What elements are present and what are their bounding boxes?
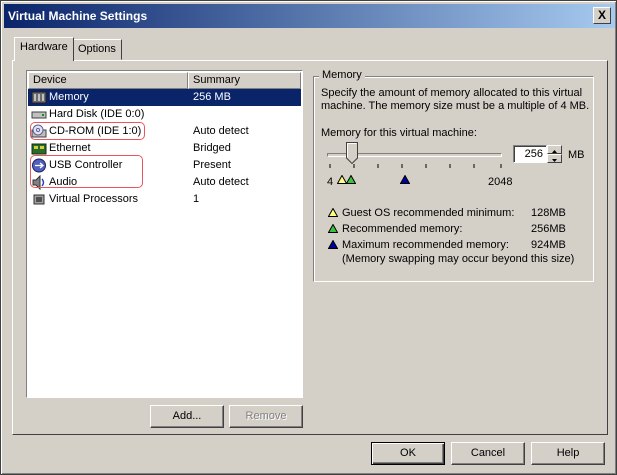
device-row-processors[interactable]: Virtual Processors 1 — [28, 191, 301, 208]
device-summary: 1 — [193, 193, 200, 205]
cdrom-highlight — [30, 122, 145, 140]
close-button[interactable]: X — [593, 7, 611, 24]
legend-recommended-label: Recommended memory: — [342, 223, 463, 235]
swap-note: (Memory swapping may occur beyond this s… — [342, 253, 575, 265]
add-button[interactable]: Add... — [150, 405, 224, 428]
column-header-device-label: Device — [33, 74, 67, 86]
tab-options-label: Options — [78, 43, 116, 55]
ethernet-icon — [31, 143, 47, 155]
remove-button[interactable]: Remove — [229, 405, 303, 428]
device-list[interactable]: Device Summary Memory 256 MB Hard Disk (… — [26, 70, 303, 398]
memory-unit-label: MB — [568, 149, 585, 161]
device-summary: Bridged — [193, 142, 231, 154]
memory-group-title: Memory — [319, 69, 365, 81]
remove-button-label: Remove — [245, 410, 287, 422]
tab-options[interactable]: Options — [72, 39, 122, 60]
memory-slider-thumb[interactable] — [346, 142, 358, 164]
tab-hardware[interactable]: Hardware — [14, 37, 74, 61]
device-row-memory[interactable]: Memory 256 MB — [28, 89, 301, 106]
help-button-label: Help — [556, 447, 580, 459]
memory-description-line1: Specify the amount of memory allocated t… — [321, 87, 583, 99]
memory-description-line2: machine. The memory size must be a multi… — [321, 100, 590, 112]
recommended-legend-icon — [328, 224, 338, 233]
memory-value-input[interactable]: 256 — [513, 145, 547, 163]
add-button-label: Add... — [172, 410, 202, 422]
legend-recommended-value: 256MB — [531, 223, 566, 235]
title-bar[interactable]: Virtual Machine Settings X — [4, 4, 615, 28]
device-name: Hard Disk (IDE 0:0) — [49, 108, 145, 120]
memory-slider-ticks — [329, 164, 502, 168]
device-name: Virtual Processors — [49, 193, 139, 205]
column-header-device[interactable]: Device — [28, 72, 188, 89]
spin-up-button[interactable] — [547, 145, 562, 154]
device-summary: Auto detect — [193, 125, 249, 137]
device-row-hard-disk[interactable]: Hard Disk (IDE 0:0) — [28, 106, 301, 123]
max-recommended-legend-icon — [328, 240, 338, 249]
close-icon: X — [597, 8, 606, 22]
tab-hardware-label: Hardware — [20, 41, 68, 53]
device-summary: Auto detect — [193, 176, 249, 188]
memory-icon — [31, 91, 47, 104]
ok-button-label: OK — [400, 447, 416, 459]
help-button[interactable]: Help — [531, 442, 605, 465]
hard-disk-icon — [31, 111, 47, 119]
slider-max-label: 2048 — [488, 176, 513, 188]
slider-min-label: 4 — [327, 176, 334, 188]
max-recommended-marker-icon — [400, 175, 410, 184]
legend-max-value: 924MB — [531, 239, 566, 251]
window-title: Virtual Machine Settings — [8, 9, 148, 23]
legend-max-label: Maximum recommended memory: — [342, 239, 509, 251]
processor-icon — [33, 194, 45, 205]
device-summary: 256 MB — [193, 91, 231, 103]
list-header: Device Summary — [28, 72, 301, 89]
spin-down-button[interactable] — [547, 154, 562, 163]
guest-min-legend-icon — [328, 208, 338, 217]
cancel-button[interactable]: Cancel — [451, 442, 525, 465]
arrow-down-icon — [552, 159, 557, 162]
legend-guest-min-label: Guest OS recommended minimum: — [342, 207, 515, 219]
settings-window: Virtual Machine Settings X Hardware Opti… — [0, 0, 617, 475]
memory-field-label: Memory for this virtual machine: — [321, 127, 477, 139]
column-header-summary-label: Summary — [193, 74, 241, 86]
ok-button[interactable]: OK — [371, 442, 445, 465]
device-name: Memory — [49, 91, 89, 103]
legend-guest-min-value: 128MB — [531, 207, 566, 219]
column-header-summary[interactable]: Summary — [188, 72, 301, 89]
memory-spinner — [547, 145, 562, 163]
device-summary: Present — [193, 159, 231, 171]
recommended-marker-icon — [346, 175, 356, 184]
cancel-button-label: Cancel — [470, 447, 506, 459]
usb-audio-highlight — [30, 155, 143, 188]
